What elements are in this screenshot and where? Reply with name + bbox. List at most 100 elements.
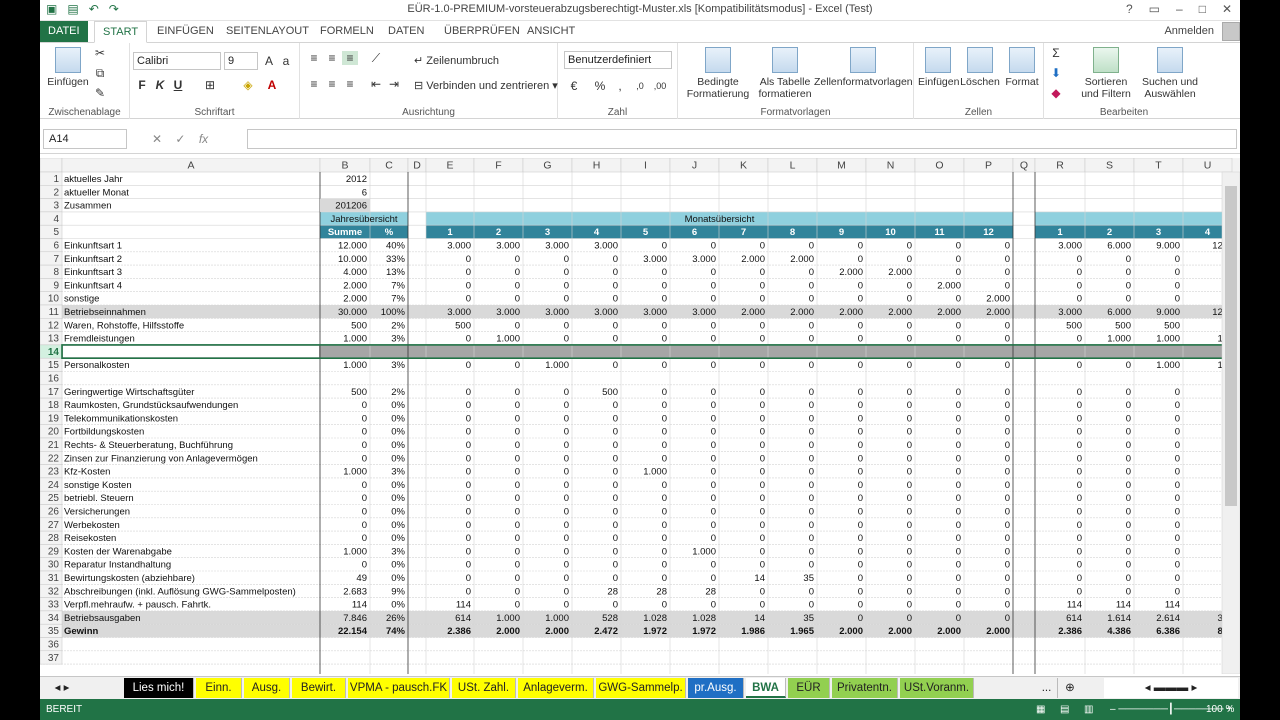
select-all-corner[interactable] <box>40 158 63 173</box>
underline-button[interactable]: U <box>170 78 186 92</box>
insert-cells-button[interactable]: Einfügen <box>918 47 959 88</box>
find-select-button[interactable]: Suchen und Auswählen <box>1138 47 1202 100</box>
font-name-box[interactable]: Calibri <box>133 52 221 70</box>
minimize-icon[interactable]: – <box>1176 2 1183 16</box>
enter-icon[interactable]: ✓ <box>175 132 185 146</box>
new-sheet-icon[interactable]: ⊕ <box>1060 678 1080 698</box>
maximize-icon[interactable]: □ <box>1199 2 1206 16</box>
cell-R35: 2.386 <box>1058 626 1082 637</box>
horizontal-scrollbar[interactable]: ◂ ▬▬▬ ▸ <box>1104 678 1238 698</box>
avatar[interactable] <box>1222 22 1240 41</box>
sheet-tab-0[interactable]: Lies mich! <box>124 678 194 698</box>
wrap-text-button[interactable]: ↵ Zeilenumbruch <box>414 54 499 67</box>
fill-color-icon[interactable]: ◈ <box>240 78 256 92</box>
active-cell[interactable] <box>63 345 319 358</box>
view-pagebreak-icon[interactable]: ▥ <box>1084 699 1093 720</box>
cell-J30: 0 <box>711 560 716 571</box>
sheet-tab-3[interactable]: Bewirt. <box>292 678 346 698</box>
sheet-tab-8[interactable]: pr.Ausg. <box>688 678 744 698</box>
format-cells-button[interactable]: Format <box>1002 47 1042 88</box>
ribbon-options-icon[interactable]: ▭ <box>1149 2 1160 16</box>
thousands-icon[interactable]: , <box>612 79 628 93</box>
cell-N7: 0 <box>907 254 912 265</box>
align-right-icon[interactable]: ≡ <box>342 77 358 91</box>
sheet-tab-7[interactable]: GWG-Sammelp. <box>596 678 686 698</box>
help-icon[interactable]: ? <box>1126 2 1133 16</box>
cell-A22: Zinsen zur Finanzierung von Anlagevermög… <box>64 453 258 464</box>
sheet-tab-5[interactable]: USt. Zahl. <box>452 678 516 698</box>
font-color-icon[interactable]: A <box>264 78 280 92</box>
formula-input[interactable] <box>247 129 1237 149</box>
indent-increase-icon[interactable]: ⇥ <box>386 77 402 91</box>
shrink-font-icon[interactable]: a <box>278 54 294 68</box>
spreadsheet-grid[interactable]: A B C D E F G H I J K L M N O P Q R S T U 1 2 3 4 5 6 7 8 9 10 11 12 13 14… <box>40 158 1240 674</box>
function-icon[interactable]: fx <box>199 132 208 146</box>
paste-button[interactable]: Einfügen <box>46 47 90 88</box>
sheet-tab-6[interactable]: Anlageverm. <box>518 678 594 698</box>
tab-ueberpruefen[interactable]: ÜBERPRÜFEN <box>436 21 528 42</box>
tab-seitenlayout[interactable]: SEITENLAYOUT <box>218 21 317 42</box>
cell-I19: 0 <box>662 413 667 424</box>
cell-N26: 0 <box>907 507 912 518</box>
grid-canvas[interactable]: A B C D E F G H I J K L M N O P Q R S T U1234567891011121314… <box>40 158 1240 674</box>
cell-E32: 0 <box>466 586 471 597</box>
percent-icon[interactable]: % <box>592 79 608 93</box>
cancel-icon[interactable]: ✕ <box>152 132 162 146</box>
copy-icon[interactable]: ⧉ <box>92 66 108 80</box>
tab-start[interactable]: START <box>94 21 148 43</box>
align-top-icon[interactable]: ≡ <box>306 51 322 65</box>
indent-decrease-icon[interactable]: ⇤ <box>368 77 384 91</box>
cell-J32: 28 <box>705 586 716 597</box>
align-bottom-icon[interactable]: ≡ <box>342 51 358 65</box>
sheet-tab-2[interactable]: Ausg. <box>244 678 290 698</box>
view-layout-icon[interactable]: ▤ <box>1060 699 1069 720</box>
tab-datei[interactable]: DATEI <box>40 21 88 42</box>
sort-filter-button[interactable]: Sortieren und Filtern <box>1076 47 1136 100</box>
delete-cells-button[interactable]: Löschen <box>960 47 1000 88</box>
cell-S20: 0 <box>1126 427 1131 438</box>
view-normal-icon[interactable]: ▦ <box>1036 699 1045 720</box>
tab-einfuegen[interactable]: EINFÜGEN <box>149 21 222 42</box>
cell-L31: 35 <box>803 573 814 584</box>
borders-icon[interactable]: ⊞ <box>202 78 218 92</box>
font-size-box[interactable]: 9 <box>224 52 258 70</box>
tab-daten[interactable]: DATEN <box>380 21 432 42</box>
sheet-tab-1[interactable]: Einn. <box>196 678 242 698</box>
cell-H21: 0 <box>613 440 618 451</box>
sheet-tab-12[interactable]: USt.Voranm. <box>900 678 974 698</box>
cell-P6: 0 <box>1005 241 1010 252</box>
increase-decimal-icon[interactable]: ,0 <box>632 79 648 93</box>
number-format-box[interactable]: Benutzerdefiniert <box>564 51 672 69</box>
fill-icon[interactable]: ⬇ <box>1048 66 1064 80</box>
merge-center-button[interactable]: ⊟ Verbinden und zentrieren ▾ <box>414 79 558 92</box>
align-center-icon[interactable]: ≡ <box>324 77 340 91</box>
align-middle-icon[interactable]: ≡ <box>324 51 340 65</box>
vertical-scrollbar-thumb[interactable] <box>1225 186 1237 506</box>
cut-icon[interactable]: ✂ <box>92 46 108 60</box>
sheet-tab-4[interactable]: VPMA - pausch.FK <box>348 678 450 698</box>
sign-in-link[interactable]: Anmelden <box>1164 25 1214 37</box>
close-icon[interactable]: ✕ <box>1222 2 1232 16</box>
cell-H23: 0 <box>613 467 618 478</box>
cell-styles-button[interactable]: Zellenformatvorlagen <box>814 47 913 88</box>
sheet-tab-9[interactable]: BWA <box>746 678 786 698</box>
conditional-formatting-button[interactable]: Bedingte Formatierung <box>680 47 756 100</box>
orientation-icon[interactable]: ⟋ <box>368 51 384 65</box>
bold-button[interactable]: F <box>134 78 150 92</box>
italic-button[interactable]: K <box>152 78 168 92</box>
currency-icon[interactable]: € <box>566 79 582 93</box>
clear-icon[interactable]: ◆ <box>1048 86 1064 100</box>
tab-formeln[interactable]: FORMELN <box>312 21 382 42</box>
sheet-tab-11[interactable]: Privatentn. <box>832 678 898 698</box>
format-as-table-button[interactable]: Als Tabelle formatieren <box>756 47 814 100</box>
grow-font-icon[interactable]: A <box>261 54 277 68</box>
autosum-icon[interactable]: Σ <box>1048 46 1064 60</box>
tab-ansicht[interactable]: ANSICHT <box>519 21 583 42</box>
sheet-tab-10[interactable]: EÜR <box>788 678 830 698</box>
sheet-nav-arrows[interactable]: ◂ ▸ <box>44 678 80 698</box>
more-sheets-button[interactable]: ... <box>1036 678 1058 698</box>
name-box[interactable]: A14 <box>43 129 127 149</box>
format-painter-icon[interactable]: ✎ <box>92 86 108 100</box>
decrease-decimal-icon[interactable]: ,00 <box>652 79 668 93</box>
align-left-icon[interactable]: ≡ <box>306 77 322 91</box>
